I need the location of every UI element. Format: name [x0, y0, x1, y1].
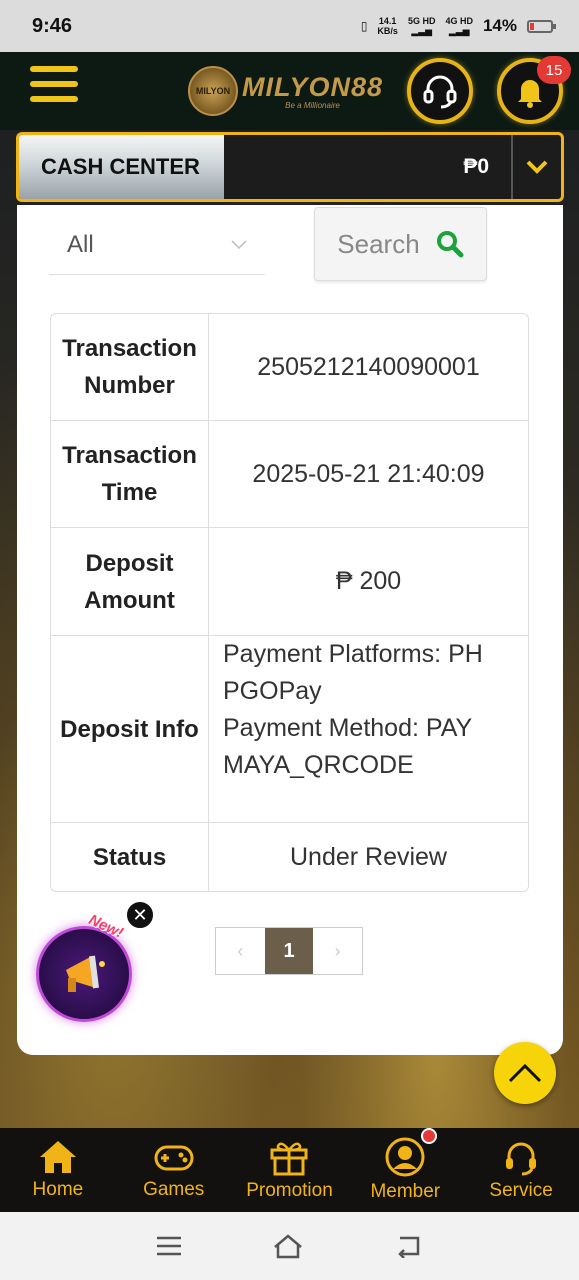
- status-value: Under Review: [289, 842, 447, 871]
- nav-games[interactable]: Games: [116, 1128, 232, 1212]
- promo-close-button[interactable]: ✕: [125, 900, 155, 930]
- nav-promotion[interactable]: Promotion: [232, 1128, 348, 1212]
- row-key: Deposit Amount: [51, 528, 209, 635]
- nav-label: Home: [32, 1179, 84, 1200]
- logo-emblem-text: MILYON: [195, 86, 231, 96]
- scroll-to-top-button[interactable]: [494, 1042, 556, 1104]
- speed-unit: KB/s: [377, 26, 398, 36]
- chevron-down-icon: [526, 160, 548, 174]
- next-page-button[interactable]: ›: [313, 928, 362, 974]
- chevron-up-icon: [508, 1063, 542, 1083]
- status-bar: 9:46 ▯ 14.1 KB/s 5G HD ▂▃▅ 4G HD ▂▃▅ 14%: [0, 0, 579, 52]
- back-icon[interactable]: [394, 1234, 424, 1258]
- battery-icon: [527, 19, 556, 33]
- table-row: Transaction Time 2025-05-21 21:40:09: [51, 421, 528, 528]
- support-button[interactable]: [407, 58, 473, 124]
- table-row: Transaction Number 2505212140090001: [51, 314, 528, 421]
- row-key: Transaction Time: [51, 421, 209, 527]
- deposit-platform: Payment Platforms: PH PGOPay: [223, 640, 483, 705]
- cash-center-bar[interactable]: CASH CENTER ₱0: [16, 132, 564, 202]
- user-icon: [385, 1137, 425, 1177]
- speed-value: 14.1: [378, 16, 397, 26]
- nav-member[interactable]: Member: [347, 1128, 463, 1212]
- chevron-down-icon: [231, 239, 247, 249]
- status-icons: ▯ 14.1 KB/s 5G HD ▂▃▅ 4G HD ▂▃▅ 14%: [360, 16, 556, 36]
- row-key: Transaction Number: [51, 314, 209, 420]
- row-key: Status: [51, 823, 209, 891]
- signal-5g-label: 5G HD: [407, 16, 436, 26]
- status-time: 9:46: [32, 14, 73, 37]
- gamepad-icon: [154, 1145, 194, 1171]
- cash-balance: ₱0: [463, 155, 489, 178]
- prev-page-button[interactable]: ‹: [216, 928, 265, 974]
- notification-badge: 15: [537, 56, 571, 84]
- logo-emblem: MILYON: [188, 66, 238, 116]
- gift-icon: [270, 1142, 308, 1176]
- megaphone-icon: [66, 955, 105, 992]
- row-value: Payment Platforms: PH PGOPay Payment Met…: [209, 636, 528, 822]
- row-key: Deposit Info: [51, 636, 209, 822]
- filter-select[interactable]: All: [49, 215, 265, 275]
- nav-service[interactable]: Service: [463, 1128, 579, 1212]
- home-icon: [39, 1141, 76, 1173]
- transaction-table: Transaction Number 2505212140090001 Tran…: [50, 313, 529, 892]
- app-header: MILYON MILYON88 Be a Millionaire: [0, 52, 579, 130]
- nav-label: Member: [370, 1181, 441, 1202]
- nav-label: Promotion: [246, 1180, 333, 1201]
- headset-icon: [506, 1142, 537, 1176]
- deposit-method: Payment Method: PAY MAYA_QRCODE: [223, 714, 472, 779]
- home-icon[interactable]: [272, 1233, 304, 1259]
- nav-home[interactable]: Home: [0, 1128, 116, 1212]
- system-navigation-bar: [0, 1212, 579, 1280]
- filter-value: All: [67, 230, 94, 258]
- logo-text: MILYON88: [242, 71, 384, 102]
- headset-icon: [423, 75, 457, 109]
- signal-4g-label: 4G HD: [445, 16, 473, 26]
- row-value: 2505212140090001: [257, 352, 480, 381]
- table-row: Deposit Amount ₱ 200: [51, 528, 528, 636]
- nav-label: Games: [143, 1179, 205, 1200]
- menu-icon[interactable]: [30, 66, 78, 114]
- row-value: ₱ 200: [335, 567, 402, 595]
- signal-4g: 4G HD ▂▃▅: [445, 16, 473, 36]
- vibrate-icon: ▯: [360, 19, 368, 33]
- signal-5g: 5G HD ▂▃▅: [407, 16, 436, 36]
- nav-label: Service: [489, 1180, 553, 1201]
- battery-percent: 14%: [482, 16, 517, 35]
- search-button[interactable]: Search: [314, 207, 487, 281]
- table-row: Status Under Review: [51, 823, 528, 891]
- row-value: 2025-05-21 21:40:09: [252, 459, 485, 488]
- table-row: Deposit Info Payment Platforms: PH PGOPa…: [51, 636, 528, 823]
- logo-tagline: Be a Millionaire: [285, 100, 340, 110]
- cash-center-toggle[interactable]: [511, 135, 561, 199]
- cash-center-label: CASH CENTER: [19, 135, 224, 199]
- member-alert-dot: [421, 1128, 438, 1144]
- search-icon: [436, 231, 464, 258]
- pagination: ‹ 1 ›: [215, 927, 363, 975]
- brand-logo[interactable]: MILYON MILYON88 Be a Millionaire: [188, 66, 383, 116]
- recent-apps-icon[interactable]: [155, 1235, 183, 1257]
- bottom-navigation: Home Games Promotion Member Service: [0, 1128, 579, 1212]
- page-button-current[interactable]: 1: [264, 928, 314, 974]
- network-speed: 14.1 KB/s: [377, 16, 398, 36]
- search-label: Search: [337, 228, 420, 259]
